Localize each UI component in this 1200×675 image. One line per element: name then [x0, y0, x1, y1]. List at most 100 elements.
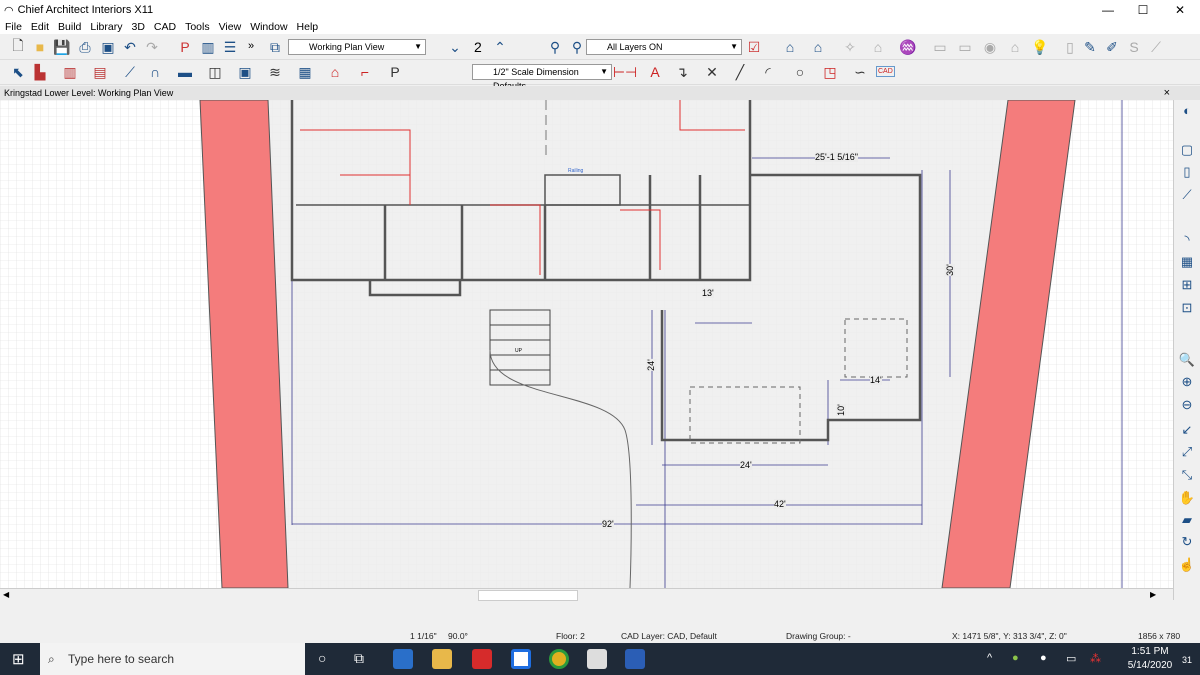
notifications-badge[interactable]: 31	[1182, 655, 1192, 665]
fill-window-icon[interactable]: ⤢	[1177, 442, 1197, 462]
menu-edit[interactable]: Edit	[31, 21, 49, 33]
cross-icon[interactable]: ✕	[702, 62, 722, 82]
dropbox-icon[interactable]	[511, 649, 531, 669]
chief-architect-icon[interactable]	[587, 649, 607, 669]
light-icon[interactable]: ▯	[1060, 37, 1080, 57]
furniture-tool-icon[interactable]: ▣	[235, 62, 255, 82]
box-tool-icon[interactable]: ◫	[205, 62, 225, 82]
plan-view-select[interactable]: Working Plan View ▼	[288, 39, 426, 55]
scroll-right-icon[interactable]: ▶	[1150, 590, 1156, 599]
select-edit-icon[interactable]: ⟋	[1177, 185, 1197, 205]
minimize-button[interactable]: —	[1090, 0, 1126, 20]
pan-icon[interactable]: ✋	[1177, 488, 1197, 508]
menu-build[interactable]: Build	[58, 21, 81, 33]
horizontal-scrollbar[interactable]: ◀ ▶	[0, 588, 1173, 602]
layer-edit-icon[interactable]: ⚲	[567, 37, 587, 57]
rectangle-icon[interactable]: ▢	[1177, 140, 1197, 160]
box-arrow-icon[interactable]: ◳	[820, 62, 840, 82]
plan-p-icon[interactable]: P	[175, 37, 195, 57]
eyedropper-icon[interactable]: ✎	[1080, 37, 1100, 57]
tray-security-icon[interactable]: ●	[1012, 652, 1019, 664]
ruler-icon[interactable]: ⟋	[1146, 37, 1166, 57]
tray-app-icon[interactable]: ⁂	[1090, 652, 1101, 665]
scrollbar-thumb[interactable]	[478, 590, 578, 601]
render2-icon[interactable]: ▭	[955, 37, 975, 57]
arc-edit-icon[interactable]: ◝	[1177, 230, 1197, 250]
floor-down-icon[interactable]: ⌄	[445, 37, 465, 57]
file-explorer-icon[interactable]	[432, 649, 452, 669]
floor-up-icon[interactable]: ⌃	[490, 37, 510, 57]
wall-tool-icon[interactable]: ▙	[30, 62, 50, 82]
list-icon[interactable]: ☰	[220, 37, 240, 57]
text-tool-icon[interactable]: P	[385, 62, 405, 82]
new-file-icon[interactable]: 🗋	[8, 37, 28, 57]
roof-tool-icon[interactable]: ⌂	[325, 62, 345, 82]
layer-icon[interactable]: ▰	[1177, 510, 1197, 530]
menu-3d[interactable]: 3D	[131, 21, 144, 33]
close-view-button[interactable]: ×	[1164, 86, 1170, 100]
walkthrough-icon[interactable]: ♒	[898, 37, 918, 57]
menu-tools[interactable]: Tools	[185, 21, 210, 33]
grid-snap-icon[interactable]: ▦	[1177, 252, 1197, 272]
dimension-icon[interactable]: ⊢⊣	[613, 62, 637, 82]
close-button[interactable]: ✕	[1162, 0, 1198, 20]
layer-checkbox-icon[interactable]: ☑	[744, 37, 764, 57]
render3-icon[interactable]: ◉	[980, 37, 1000, 57]
print-preview-icon[interactable]: ▣	[98, 37, 118, 57]
menu-file[interactable]: File	[5, 21, 22, 33]
elevation-tool-icon[interactable]: ▦	[295, 62, 315, 82]
elevation-icon[interactable]: ⌂	[868, 37, 888, 57]
overflow-chevron[interactable]: »	[248, 40, 254, 52]
zoom-icon[interactable]: 🔍	[1177, 350, 1197, 370]
callout-icon[interactable]: ↴	[672, 62, 692, 82]
tray-network-icon[interactable]: ●	[1040, 652, 1047, 664]
page-icon[interactable]: ▯	[1177, 162, 1197, 182]
library-icon[interactable]: ▥	[198, 37, 218, 57]
open-folder-icon[interactable]: ■	[30, 37, 50, 57]
layer-tools-icon[interactable]: ⚲	[545, 37, 565, 57]
scroll-left-icon[interactable]: ◀	[3, 590, 9, 599]
maximize-button[interactable]: ☐	[1125, 0, 1161, 20]
select-objects-icon[interactable]: ⬉	[8, 62, 28, 82]
fill-all-icon[interactable]: ⤡	[1177, 465, 1197, 485]
cursor-icon[interactable]: ◐	[1177, 100, 1197, 120]
zoom-out-icon[interactable]: ⊖	[1177, 395, 1197, 415]
railing-tool-icon[interactable]: ▤	[90, 62, 110, 82]
circle-icon[interactable]: ○	[790, 62, 810, 82]
menu-cad[interactable]: CAD	[154, 21, 176, 33]
door-tool-icon[interactable]: ⟋	[120, 62, 140, 82]
outlook-icon[interactable]	[393, 649, 413, 669]
angle-snap-icon[interactable]: ⊞	[1177, 275, 1197, 295]
menu-view[interactable]: View	[219, 21, 242, 33]
layer-set-select[interactable]: All Layers ON ▼	[586, 39, 742, 55]
acrobat-icon[interactable]	[472, 649, 492, 669]
dimension-defaults-select[interactable]: 1/2" Scale Dimension Defaults▼	[472, 64, 612, 91]
undo-zoom-icon[interactable]: ↙	[1177, 420, 1197, 440]
menu-window[interactable]: Window	[250, 21, 287, 33]
menu-help[interactable]: Help	[297, 21, 319, 33]
beam-tool-icon[interactable]: ▬	[175, 62, 195, 82]
spline-icon[interactable]: ∽	[850, 62, 870, 82]
view-tab[interactable]: Kringstad Lower Level: Working Plan View…	[0, 86, 1200, 100]
word-icon[interactable]	[625, 649, 645, 669]
undo-icon[interactable]: ↶	[120, 37, 140, 57]
s-icon[interactable]: S	[1124, 37, 1144, 57]
tray-chevron-icon[interactable]: ^	[987, 652, 992, 664]
refresh-icon[interactable]: ↻	[1177, 532, 1197, 552]
render4-icon[interactable]: ⌂	[1005, 37, 1025, 57]
redo-icon[interactable]: ↷	[142, 37, 162, 57]
cabinet-tool-icon[interactable]: ▥	[60, 62, 80, 82]
text-style-icon[interactable]: A	[645, 62, 665, 82]
clock-time[interactable]: 1:51 PM	[1125, 646, 1175, 657]
menu-library[interactable]: Library	[90, 21, 122, 33]
zoom-in-icon[interactable]: ⊕	[1177, 372, 1197, 392]
cad-block-button[interactable]: CAD	[876, 66, 895, 77]
terrain-tool-icon[interactable]: ⌐	[355, 62, 375, 82]
object-snap-icon[interactable]: ⊡	[1177, 298, 1197, 318]
plan-canvas[interactable]: Railing UP 25'-1 5/16" 30' 13' 24' 14' 1…	[0, 100, 1173, 588]
tray-battery-icon[interactable]: ▭	[1066, 652, 1076, 665]
cortana-icon[interactable]: ○	[318, 650, 326, 666]
house-3d-icon[interactable]: ⌂	[808, 37, 828, 57]
save-icon[interactable]: 💾	[52, 37, 72, 57]
windows-start-icon[interactable]: ⊞	[12, 650, 25, 668]
